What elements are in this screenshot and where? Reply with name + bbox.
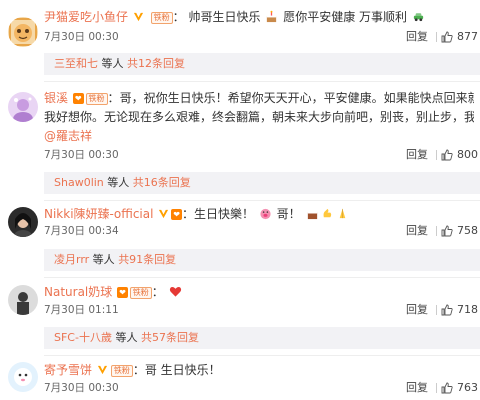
reply-button[interactable]: 回复	[406, 222, 428, 240]
comment-date: 7月30日 01:11	[44, 304, 119, 316]
comment-meta: 7月30日 00:30 回复 763	[44, 379, 480, 397]
reply-button[interactable]: 回复	[406, 379, 428, 397]
view-replies-link[interactable]: 共91条回复	[118, 253, 176, 266]
username[interactable]: 银溪	[44, 91, 68, 105]
divider	[436, 226, 437, 236]
mention-link[interactable]: @羅志祥	[44, 129, 92, 143]
username[interactable]: 寄予雪饼	[44, 363, 92, 377]
like-count: 877	[457, 30, 478, 43]
comment-line: @羅志祥	[44, 127, 474, 146]
like-button[interactable]: 763	[441, 379, 478, 397]
like-count: 800	[457, 148, 478, 161]
reply-user[interactable]: 凌月rrr	[54, 253, 89, 266]
like-button[interactable]: 758	[441, 222, 478, 240]
like-count: 758	[457, 224, 478, 237]
thumb-up-icon	[441, 149, 453, 161]
fan-badge: 铁粉	[129, 287, 152, 299]
reply-summary: SFC-十八歲 等人 共57条回复	[44, 327, 480, 349]
thumb-up-icon	[441, 304, 453, 316]
reply-summary: 三至和七 等人 共12条回复	[44, 53, 480, 75]
like-button[interactable]: 718	[441, 301, 478, 319]
divider	[436, 150, 437, 160]
comment-text: 哥 生日快乐！	[144, 363, 221, 377]
divider	[44, 200, 480, 201]
comment-date: 7月30日 00:34	[44, 225, 119, 237]
comment-line: 我好想你。无论现在多么艰难，终会翻篇，朝未来大步向前吧，别丧，别止步，我陪你走到…	[44, 108, 474, 127]
avatar[interactable]	[8, 92, 38, 122]
cake-emoji	[267, 10, 277, 23]
pray-emoji	[339, 208, 345, 219]
username[interactable]: Nikki陳妍臻-official	[44, 207, 153, 221]
fan-badge: 铁粉	[110, 365, 133, 377]
divider	[44, 277, 480, 278]
username[interactable]: 尹猫爱吃小鱼仔	[44, 10, 128, 24]
car-emoji	[413, 13, 423, 22]
reply-summary: Shaw0lin 等人 共16条回复	[44, 172, 480, 194]
strong-emoji	[323, 208, 331, 218]
fan-level-icon: ❤	[117, 287, 128, 298]
verified-v-icon	[97, 365, 107, 375]
comment-text: 帅哥生日快乐	[188, 10, 261, 24]
username[interactable]: Natural奶球	[44, 285, 112, 299]
divider	[44, 355, 480, 356]
comment-line: 尹猫爱吃小鱼仔 铁粉： 帅哥生日快乐 愿你平安健康 万事顺利	[44, 8, 474, 27]
pig-emoji	[260, 208, 271, 220]
comment-date: 7月30日 00:30	[44, 149, 119, 161]
comment-line: 银溪 ❤铁粉：哥，祝你生日快乐！希望你天天开心，平安健康。如果能快点回来就快点吧…	[44, 89, 474, 108]
comment-text: 哥，祝你生日快乐！希望你天天开心，平安健康。如果能快点回来就快点吧……	[119, 91, 474, 105]
like-count: 763	[457, 381, 478, 394]
like-button[interactable]: 800	[441, 146, 478, 164]
reply-button[interactable]: 回复	[406, 28, 428, 46]
comment-meta: 7月30日 00:30 回复 800	[44, 146, 480, 164]
reply-user[interactable]: SFC-十八歲	[54, 331, 112, 344]
divider	[436, 383, 437, 393]
reply-summary: 凌月rrr 等人 共91条回复	[44, 249, 480, 271]
comment-text-2: 我好想你。无论现在多么艰难，终会翻篇，朝未来大步向前吧，别丧，别止步，我陪你走到…	[44, 110, 474, 124]
fan-badge: 铁粉	[150, 12, 173, 24]
reply-user[interactable]: Shaw0lin	[54, 176, 104, 189]
cake-emoji	[307, 211, 317, 220]
comment-text-2: 愿你平安健康 万事顺利	[283, 10, 408, 24]
avatar[interactable]	[8, 207, 38, 237]
divider	[44, 81, 480, 82]
fan-level-icon: ❤	[72, 93, 84, 104]
comment-date: 7月30日 00:30	[44, 31, 119, 43]
thumb-up-icon	[441, 31, 453, 43]
reply-user[interactable]: 三至和七	[54, 57, 98, 70]
avatar[interactable]	[8, 17, 38, 47]
comment-line: Natural奶球 ❤ 铁粉：	[44, 283, 474, 302]
comment-date: 7月30日 00:30	[44, 382, 119, 394]
avatar[interactable]	[8, 285, 38, 315]
reply-button[interactable]: 回复	[406, 301, 428, 319]
comment-meta: 7月30日 00:30 回复 877	[44, 28, 480, 46]
comment-meta: 7月30日 00:34 回复 758	[44, 222, 480, 240]
heart-emoji	[169, 286, 181, 297]
like-count: 718	[457, 303, 478, 316]
comment-line: 寄予雪饼 铁粉 ：哥 生日快乐！	[44, 363, 221, 377]
reply-button[interactable]: 回复	[406, 146, 428, 164]
view-replies-link[interactable]: 共57条回复	[141, 331, 199, 344]
fan-level-icon: ❤	[171, 209, 182, 220]
thumb-up-icon	[441, 382, 453, 394]
verified-v-icon	[159, 209, 169, 219]
divider	[436, 32, 437, 42]
thumb-up-icon	[441, 225, 453, 237]
divider	[436, 305, 437, 315]
like-button[interactable]: 877	[441, 28, 478, 46]
fan-badge: 铁粉	[85, 93, 108, 105]
comment-text-2: 哥！	[276, 207, 301, 221]
view-replies-link[interactable]: 共12条回复	[127, 57, 185, 70]
view-replies-link[interactable]: 共16条回复	[133, 176, 191, 189]
avatar[interactable]	[8, 362, 38, 392]
comment-meta: 7月30日 01:11 回复 718	[44, 301, 480, 319]
verified-v-icon	[133, 12, 143, 22]
comment-text: 生日快樂！	[193, 207, 254, 221]
